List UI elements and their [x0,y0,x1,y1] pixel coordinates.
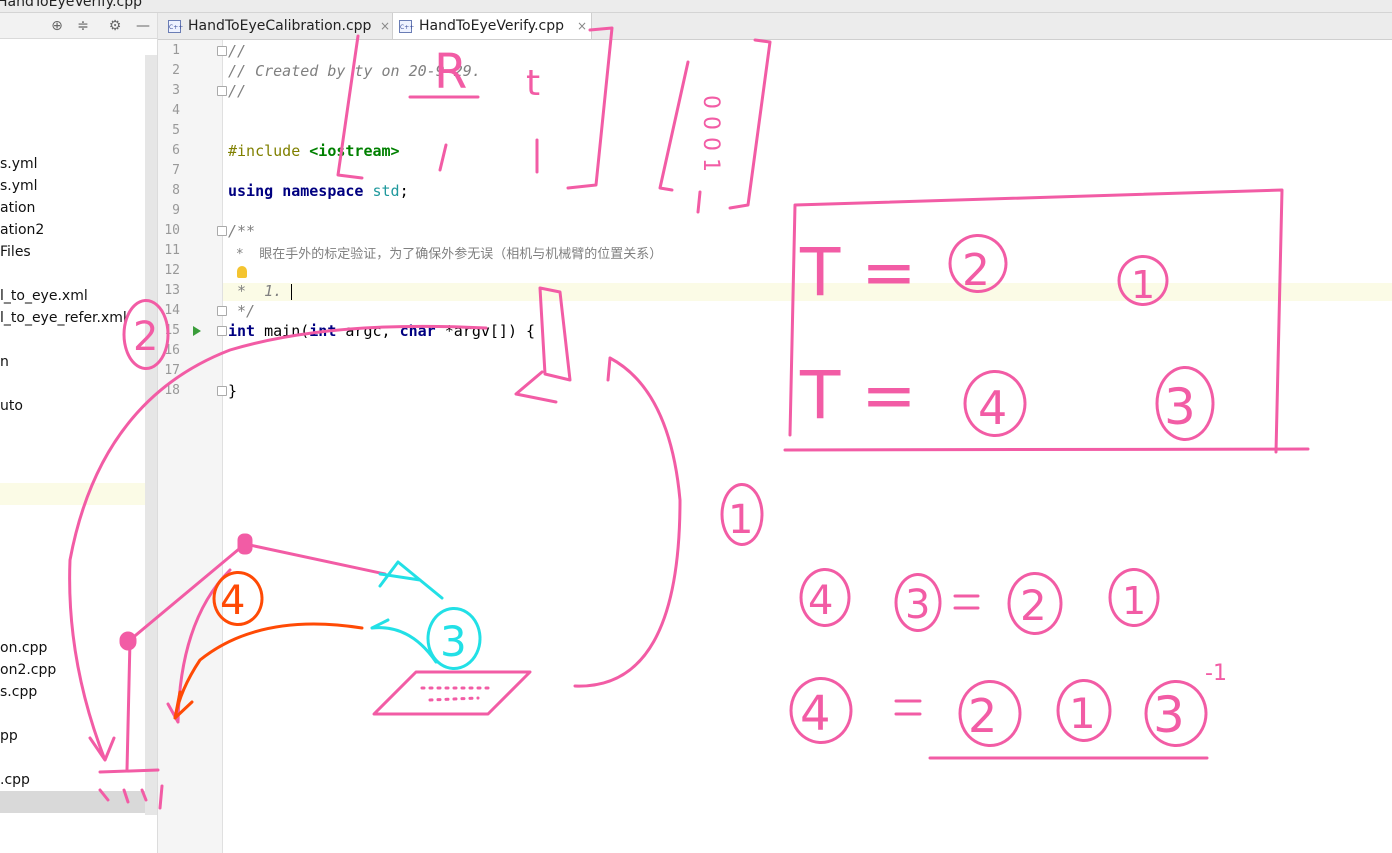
matrix-R: R [434,44,467,100]
eq4-a: 4 [800,686,831,742]
eq1-lhs: T = [799,234,917,311]
cyan-gripper [378,560,444,600]
eq3-d: 1 [1122,579,1146,623]
arrow-orange [173,622,364,720]
eq4-b: 2 [968,689,997,743]
eq4-d: 3 [1153,686,1185,744]
eq3-a: 4 [808,578,833,624]
label-2: 2 [133,314,158,360]
eq4-exponent: -1 [1205,661,1227,686]
eq3-b: 3 [905,582,930,628]
arrow-3-cyan [370,618,438,664]
col-left-bracket [658,60,690,192]
eq4-c: 1 [1069,689,1096,738]
calibration-board [372,670,532,716]
board-pattern [420,686,494,702]
eq1-b: 1 [1131,263,1155,307]
matrix-right-bracket [566,26,614,190]
eq1-a: 2 [962,245,990,296]
arm-joint-top [237,533,253,555]
arrow-1 [573,356,682,688]
label-1: 1 [728,497,753,543]
matrix-t: t [526,63,540,104]
handwriting-overlay: R t 0 0 0 1 T = 2 1 T = 4 3 4 3 2 1 4 2 … [68,26,1310,810]
matrix-zero-marks [438,138,539,174]
label-3: 3 [440,617,467,666]
eq4-equals [894,699,922,716]
eq2-lhs: T = [799,357,917,434]
eq2-b: 3 [1164,378,1196,436]
arm-joint-base [119,631,137,651]
eq3-c: 2 [1020,581,1047,630]
eq3-equals [953,594,980,610]
label-4: 4 [220,578,245,624]
col-values: 0 0 0 1 [698,95,723,172]
camera-sketch [514,286,572,404]
matrix-left-bracket [336,34,364,180]
eq2-a: 4 [978,381,1007,435]
arrow-2 [68,324,488,762]
